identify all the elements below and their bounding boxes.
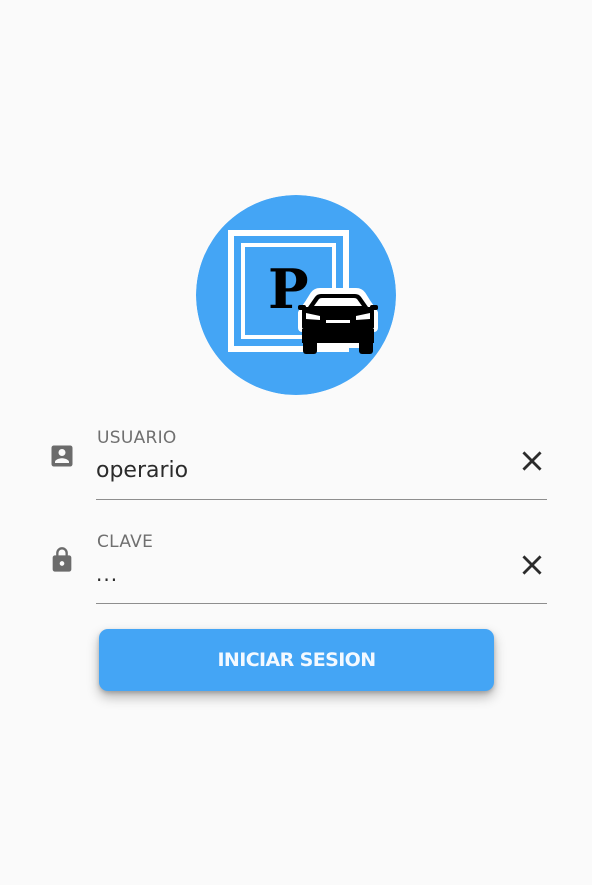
close-icon[interactable] [519, 552, 545, 578]
close-icon[interactable] [519, 448, 545, 474]
password-row: CLAVE [0, 524, 592, 634]
account-box-icon [51, 445, 73, 467]
lock-icon [52, 547, 72, 572]
app-logo: P [196, 195, 396, 395]
username-field: USUARIO [96, 420, 547, 500]
password-input[interactable] [96, 558, 506, 590]
username-input[interactable] [96, 454, 506, 486]
parking-car-icon: P [196, 195, 396, 395]
username-label: USUARIO [97, 428, 177, 448]
password-field: CLAVE [96, 524, 547, 604]
password-label: CLAVE [97, 532, 154, 552]
username-row: USUARIO [0, 420, 592, 530]
login-button[interactable]: INICIAR SESION [99, 629, 494, 691]
